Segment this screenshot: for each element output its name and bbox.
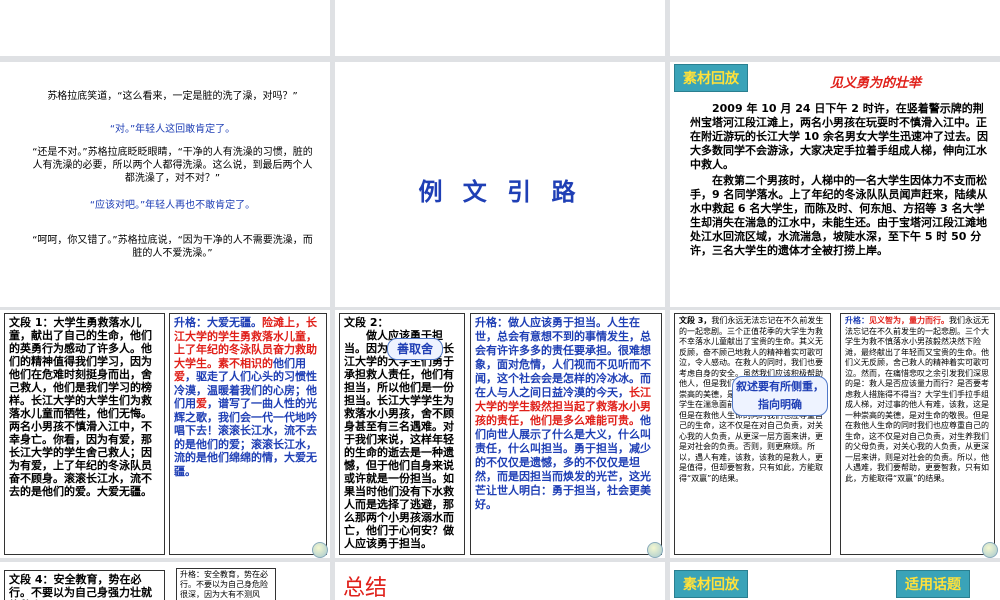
callout-select-wisely: 善取舍 bbox=[387, 338, 443, 360]
smile-icon[interactable] bbox=[312, 542, 328, 558]
upgrade-text-blue: 他们向世人展示了什么是大义，什么叫责任，什么叫担当。勇于担当，减少的不仅仅是遗憾… bbox=[475, 414, 651, 511]
upgrade-text-red: 爱 bbox=[174, 370, 185, 383]
smile-icon[interactable] bbox=[647, 542, 663, 558]
upgrade-1-box: 升格：大爱无疆。险滩上，长江大学的学生勇救落水儿童，上了年纪的冬泳队员奋力救助大… bbox=[169, 313, 327, 555]
material-review-tag: 素材回放 bbox=[674, 570, 748, 598]
slide-heading: 见义勇为的壮举 bbox=[830, 76, 922, 91]
passage-1-box: 文段 1：大学生勇救落水儿童，献出了自己的生命，他们的英勇行为感动了许多人。他们… bbox=[4, 313, 165, 555]
dialogue-line-3: “还是不对。”苏格拉底眨眨眼睛，“干净的人有洗澡的习惯，脏的人有洗澡的必要，所以… bbox=[32, 147, 313, 184]
slide-passage-1[interactable]: 文段 1：大学生勇救落水儿童，献出了自己的生命，他们的英勇行为感动了许多人。他们… bbox=[0, 310, 330, 558]
material-review-tag: 素材回放 bbox=[674, 64, 748, 92]
upgrade-3-text: 升格：见义智为，量力而行。我们永远无法忘记在不久前发生的一起悲剧。三个大学生为救… bbox=[845, 316, 990, 484]
passage-1-text: 文段 1：大学生勇救落水儿童，献出了自己的生命，他们的英勇行为感动了许多人。他们… bbox=[9, 316, 152, 498]
upgrade-text-blue: 他们用 bbox=[273, 356, 306, 370]
upgrade-title: 大爱无疆。 bbox=[207, 316, 262, 329]
upgrade-4-box: 升格：安全教育，势在必行。不要以为自己身危险很深，因为大有不测风云。不要忽视相关… bbox=[176, 568, 276, 600]
slide-passage-3[interactable]: 文段 3，我们永远无法忘记在不久前发生的一起悲剧。三个正值花季的大学生为救不幸落… bbox=[670, 310, 1000, 558]
passage-4-text: 文段 4：安全教育，势在必行。不要以为自己身强力壮就能救人。 bbox=[9, 573, 152, 600]
slide-material-review[interactable]: 素材回放 见义勇为的壮举 2009 年 10 月 24 日下午 2 时许，在竖着… bbox=[670, 62, 1000, 307]
upgrade-2-box: 升格：做人应该勇于担当。人生在世，总会有意想不到的事情发生，总会有许许多多的责任… bbox=[470, 313, 662, 555]
callout-narrate-focus: 叙述要有所侧重，指向明确 bbox=[732, 376, 828, 416]
slide-passage-4[interactable]: 文段 4：安全教育，势在必行。不要以为自己身强力壮就能救人。 升格：安全教育，势… bbox=[0, 562, 330, 600]
applicable-topics-tag: 适用话题 bbox=[896, 570, 970, 598]
upgrade-text-red: 爱 bbox=[196, 397, 207, 410]
upgrade-4-text: 升格：安全教育，势在必行。不要以为自己身危险很深，因为大有不测风云。不要忽视相关… bbox=[180, 570, 268, 599]
material-para-2: 在救第二个男孩时，人梯中的一名大学生因体力不支而松手，9 名同学落水。上了年纪的… bbox=[690, 174, 988, 257]
dialogue-line-2: “对。”年轻人这回敢肯定了。 bbox=[109, 124, 236, 135]
slide-passage-2[interactable]: 文段 2： 做人应该勇于担当。因为担当，所以长江大学的大学生们勇于承担救人责任，… bbox=[335, 310, 665, 558]
slide-title: 例 文 引 路 bbox=[418, 178, 582, 206]
upgrade-label: 升格： bbox=[174, 316, 207, 329]
upgrade-body: 我们永远无法忘记在不久前发生的一起悲剧。三个大学生为救不慎落水小男孩毅然决然下险… bbox=[845, 316, 989, 483]
slide-top-right[interactable] bbox=[670, 0, 1000, 56]
upgrade-3-box: 升格：见义智为，量力而行。我们永远无法忘记在不久前发生的一起悲剧。三个大学生为救… bbox=[840, 313, 995, 555]
slide-title-example[interactable]: 例 文 引 路 bbox=[335, 62, 665, 307]
passage-4-box: 文段 4：安全教育，势在必行。不要以为自己身强力壮就能救人。 bbox=[4, 570, 165, 600]
material-para-1: 2009 年 10 月 24 日下午 2 时许，在竖着警示牌的荆州宝塔河江段江滩… bbox=[690, 102, 988, 171]
passage-2-heading: 文段 2： bbox=[344, 316, 389, 329]
passage-3-heading: 文段 3， bbox=[679, 316, 712, 325]
smile-icon[interactable] bbox=[982, 542, 998, 558]
upgrade-title: 见义智为，量力而行。 bbox=[869, 316, 949, 325]
dialogue-line-4: “应该对吧。”年轻人再也不敢肯定了。 bbox=[89, 200, 256, 211]
slide-socrates-dialogue[interactable]: 苏格拉底笑道，“这么看来，一定是脏的洗了澡，对吗？” “对。”年轻人这回敢肯定了… bbox=[0, 62, 330, 307]
dialogue-line-5: “呵呵，你又错了。”苏格拉底说，“因为干净的人不需要洗澡，而脏的人不爱洗澡。” bbox=[32, 235, 313, 259]
upgrade-label: 升格： bbox=[845, 316, 869, 325]
dialogue-line-1: 苏格拉底笑道，“这么看来，一定是脏的洗了澡，对吗？” bbox=[47, 91, 298, 102]
slide-top-left[interactable] bbox=[0, 0, 330, 56]
slide-material-review-2[interactable]: 素材回放 适用话题 bbox=[670, 562, 1000, 600]
passage-2-text: 做人应该勇于担当。因为担当，所以长江大学的大学生们勇于承担救人责任，他们有担当，… bbox=[344, 329, 454, 550]
passage-3-box: 文段 3，我们永远无法忘记在不久前发生的一起悲剧。三个正值花季的大学生为救不幸落… bbox=[674, 313, 831, 555]
slide-summary[interactable]: 总结 bbox=[335, 562, 665, 600]
upgrade-label: 升格： bbox=[475, 316, 508, 329]
summary-title: 总结 bbox=[343, 576, 388, 600]
slide-top-middle[interactable] bbox=[335, 0, 665, 56]
